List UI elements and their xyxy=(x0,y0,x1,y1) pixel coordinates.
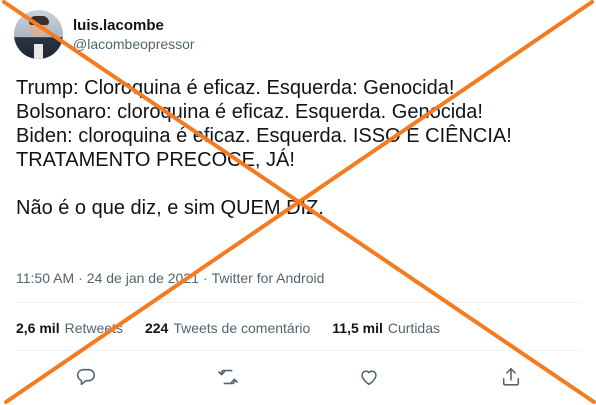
like-button[interactable] xyxy=(354,362,384,392)
heart-icon xyxy=(361,370,377,386)
tweet-stats: 2,6 mil Retweets 224 Tweets de comentári… xyxy=(16,318,462,338)
tweet-text: Trump: Cloroquina é eficaz. Esquerda: Ge… xyxy=(16,77,512,219)
retweet-button[interactable] xyxy=(213,362,243,392)
avatar-hair xyxy=(29,16,49,25)
retweets-stat[interactable]: 2,6 mil Retweets xyxy=(16,318,123,338)
likes-stat[interactable]: 11,5 mil Curtidas xyxy=(332,318,440,338)
share-button[interactable] xyxy=(496,362,526,392)
meta-separator: · xyxy=(78,270,83,286)
retweet-icon xyxy=(218,369,238,385)
avatar[interactable] xyxy=(14,10,63,59)
tweet-source[interactable]: Twitter for Android xyxy=(212,268,325,288)
tweet-meta: 11:50 AM · 24 de jan de 2021 · Twitter f… xyxy=(16,268,324,288)
reply-button[interactable] xyxy=(71,362,101,392)
avatar-collar xyxy=(34,44,43,59)
tweet-actions xyxy=(0,362,596,392)
tweet-time[interactable]: 11:50 AM xyxy=(16,268,74,288)
retweets-label: Retweets xyxy=(64,320,123,336)
user-handle[interactable]: @lacombeopressor xyxy=(73,35,195,53)
tweet-header: luis.lacombe @lacombeopressor xyxy=(14,10,195,59)
likes-count: 11,5 mil xyxy=(332,320,383,336)
comments-count: 224 xyxy=(144,320,169,336)
divider-bottom xyxy=(16,350,580,351)
meta-separator-2: · xyxy=(202,270,208,286)
retweets-count: 2,6 mil xyxy=(16,320,60,336)
tweet-card: luis.lacombe @lacombeopressor Trump: Clo… xyxy=(0,0,596,405)
comments-label: Tweets de comentário xyxy=(173,320,311,336)
reply-icon xyxy=(76,368,95,386)
tweet-date[interactable]: 24 de jan de 2021 xyxy=(87,268,199,288)
display-name[interactable]: luis.lacombe xyxy=(73,16,195,35)
divider-top xyxy=(16,302,580,303)
user-names: luis.lacombe @lacombeopressor xyxy=(73,16,195,53)
share-icon xyxy=(502,367,520,386)
comments-stat[interactable]: 224 Tweets de comentário xyxy=(145,318,310,338)
likes-label: Curtidas xyxy=(387,320,441,336)
